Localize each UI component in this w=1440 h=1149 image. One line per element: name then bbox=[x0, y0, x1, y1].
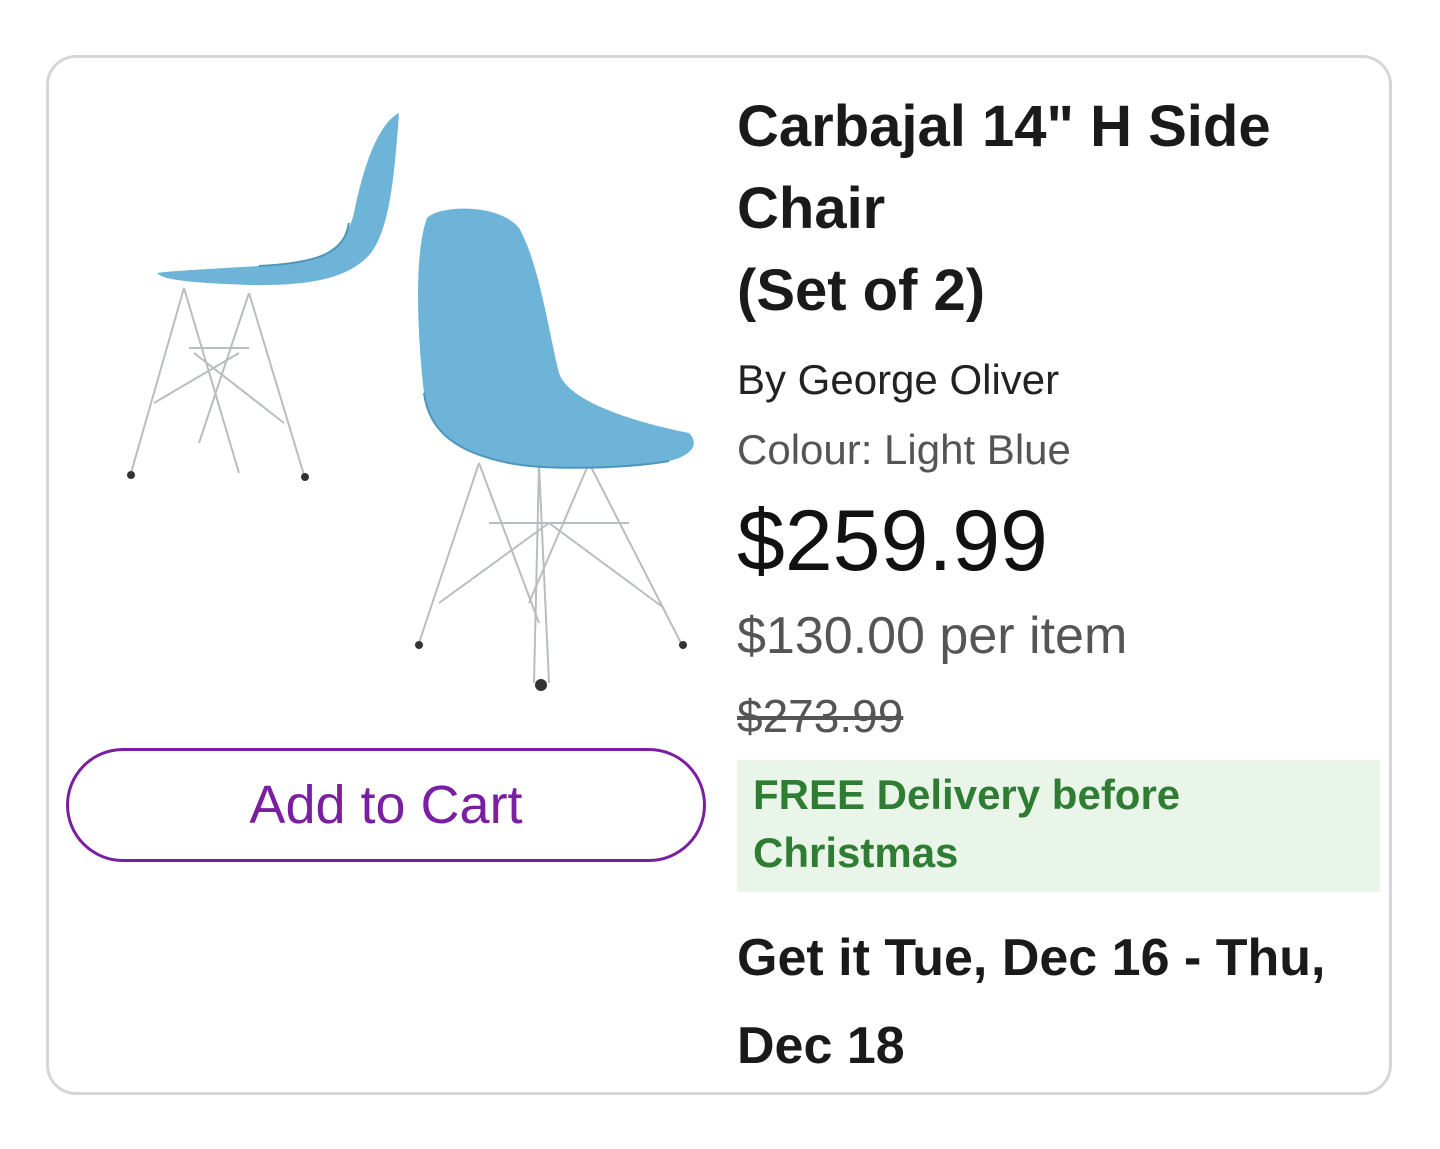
product-card[interactable]: Add to Cart Carbajal 14" H Side Chair (S… bbox=[46, 55, 1392, 1095]
front-chair bbox=[418, 462, 682, 684]
delivery-dates: Get it Tue, Dec 16 - Thu, Dec 18 bbox=[737, 929, 1326, 1075]
free-delivery-badge: FREE Delivery before Christmas bbox=[737, 760, 1380, 892]
chair-product-image-icon bbox=[127, 113, 694, 691]
product-image[interactable] bbox=[109, 103, 709, 743]
product-title-line-2: (Set of 2) bbox=[737, 258, 986, 323]
product-brand[interactable]: By George Oliver bbox=[737, 352, 1382, 408]
product-price: $259.99 bbox=[737, 493, 1048, 589]
add-to-cart-button[interactable]: Add to Cart bbox=[66, 748, 706, 862]
product-info: Carbajal 14" H Side Chair (Set of 2) By … bbox=[737, 86, 1382, 1090]
back-chair bbox=[130, 287, 305, 476]
original-price: $273.99 bbox=[737, 690, 904, 742]
product-title[interactable]: Carbajal 14" H Side Chair (Set of 2) bbox=[737, 86, 1382, 332]
product-title-line-1: Carbajal 14" H Side Chair bbox=[737, 94, 1271, 241]
product-colour: Colour: Light Blue bbox=[737, 426, 1071, 473]
price-per-item: $130.00 per item bbox=[737, 607, 1128, 665]
